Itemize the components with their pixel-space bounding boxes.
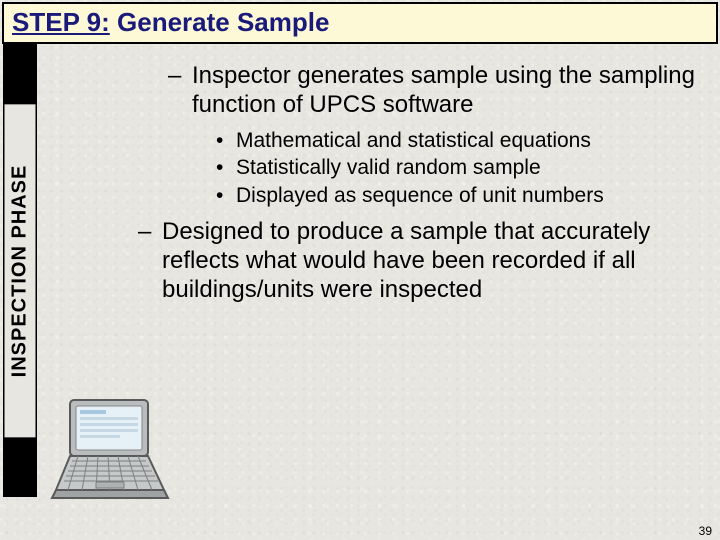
list-item: • Displayed as sequence of unit numbers bbox=[216, 183, 702, 209]
bullet-text-1: Mathematical and statistical equations bbox=[236, 128, 591, 154]
page-number: 39 bbox=[699, 524, 712, 538]
bullet-marker: • bbox=[216, 128, 236, 154]
phase-label: INSPECTION PHASE bbox=[5, 104, 36, 437]
bullet-text-3: Displayed as sequence of unit numbers bbox=[236, 183, 604, 209]
list-item: – Designed to produce a sample that accu… bbox=[138, 218, 702, 304]
bullet-text-2: Statistically valid random sample bbox=[236, 155, 541, 181]
list-item: – Inspector generates sample using the s… bbox=[168, 62, 702, 120]
bullet-marker: • bbox=[216, 183, 236, 209]
laptop-icon bbox=[46, 394, 176, 514]
dash-text-2: Designed to produce a sample that accura… bbox=[162, 218, 702, 304]
phase-sidebar: INSPECTION PHASE bbox=[3, 44, 37, 497]
bullet-marker: • bbox=[216, 155, 236, 181]
step-label: STEP 9: bbox=[12, 7, 110, 37]
sub-bullet-list: • Mathematical and statistical equations… bbox=[216, 128, 702, 209]
slide-title: STEP 9: Generate Sample bbox=[12, 7, 708, 38]
dash-marker: – bbox=[138, 218, 162, 304]
dash-text-1: Inspector generates sample using the sam… bbox=[192, 62, 702, 120]
title-rest: Generate Sample bbox=[110, 7, 330, 37]
title-bar: STEP 9: Generate Sample bbox=[2, 2, 718, 44]
list-item: • Mathematical and statistical equations bbox=[216, 128, 702, 154]
dash-marker: – bbox=[168, 62, 192, 120]
slide-content: – Inspector generates sample using the s… bbox=[38, 44, 714, 518]
list-item: • Statistically valid random sample bbox=[216, 155, 702, 181]
